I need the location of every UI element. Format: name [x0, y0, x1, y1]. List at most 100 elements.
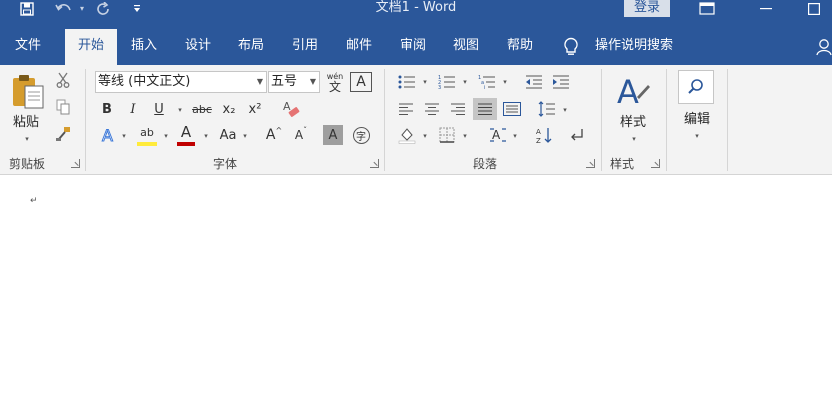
paste-dropdown-icon[interactable]: ▾	[23, 136, 31, 143]
account-icon[interactable]	[816, 37, 832, 57]
font-size-dropdown[interactable]: 五号 ▼	[268, 71, 320, 93]
multilevel-dropdown-icon[interactable]: ▾	[501, 79, 509, 86]
font-color-dropdown-icon[interactable]: ▾	[202, 133, 210, 140]
borders-dropdown-icon[interactable]: ▾	[461, 133, 469, 140]
svg-text:A: A	[536, 128, 541, 136]
clear-formatting-icon[interactable]: A	[280, 98, 302, 120]
text-effects-button[interactable]: A	[98, 125, 120, 146]
paste-icon[interactable]	[8, 71, 48, 111]
group-divider	[666, 69, 667, 171]
login-button[interactable]: 登录	[624, 0, 670, 17]
paste-label[interactable]: 粘贴	[6, 111, 46, 130]
save-icon[interactable]	[18, 0, 36, 17]
superscript-button[interactable]: x²	[245, 99, 265, 119]
borders-icon[interactable]	[436, 125, 458, 145]
shrink-font-button[interactable]: Aˇ	[292, 125, 310, 145]
format-painter-icon[interactable]	[54, 125, 72, 143]
styles-launcher-icon[interactable]	[651, 159, 660, 168]
line-spacing-dropdown-icon[interactable]: ▾	[561, 107, 569, 114]
font-color-swatch	[177, 142, 195, 146]
styles-dropdown-icon[interactable]: ▾	[630, 136, 638, 143]
grow-font-button[interactable]: A ^	[265, 125, 283, 145]
align-right-icon[interactable]	[448, 100, 468, 118]
svg-text:A: A	[283, 100, 291, 113]
tab-view[interactable]: 视图	[443, 31, 489, 65]
styles-label[interactable]: 样式	[612, 111, 654, 130]
minimize-icon[interactable]	[756, 0, 776, 17]
chevron-down-icon: ▼	[256, 77, 263, 86]
paragraph-group-label: 段落	[472, 157, 497, 171]
svg-text:3: 3	[438, 85, 441, 89]
enclose-characters-button[interactable]: 字	[350, 125, 372, 145]
subscript-button[interactable]: x₂	[219, 99, 239, 119]
highlight-dropdown-icon[interactable]: ▾	[162, 133, 170, 140]
underline-button[interactable]: U	[150, 99, 168, 119]
chinese-layout-icon[interactable]: A	[487, 125, 509, 145]
bullets-dropdown-icon[interactable]: ▾	[421, 79, 429, 86]
undo-icon[interactable]	[52, 0, 76, 17]
tab-file[interactable]: 文件	[3, 31, 53, 65]
font-launcher-icon[interactable]	[370, 159, 379, 168]
align-left-icon[interactable]	[396, 100, 416, 118]
styles-gallery-icon[interactable]: A	[613, 71, 653, 111]
bold-button[interactable]: B	[98, 99, 116, 119]
svg-text:A: A	[102, 126, 113, 145]
tab-review[interactable]: 审阅	[390, 31, 436, 65]
font-size-value: 五号	[271, 74, 298, 89]
group-divider	[727, 69, 728, 171]
shading-icon[interactable]	[396, 125, 418, 145]
justify-icon[interactable]	[473, 98, 497, 120]
font-name-dropdown[interactable]: 等线 (中文正文) ▼	[95, 71, 267, 93]
character-shading-button[interactable]: A	[323, 125, 343, 145]
document-canvas[interactable]	[0, 176, 832, 400]
strikethrough-button[interactable]: abc	[190, 99, 214, 119]
lightbulb-icon[interactable]	[560, 35, 582, 59]
highlight-color-swatch	[137, 142, 157, 146]
change-case-button[interactable]: Aa	[217, 125, 239, 145]
undo-dropdown-icon[interactable]: ▾	[76, 0, 88, 17]
editing-label[interactable]: 编辑	[676, 108, 718, 127]
ribbon-display-options-icon[interactable]	[697, 0, 717, 17]
text-effects-dropdown-icon[interactable]: ▾	[120, 133, 128, 140]
character-border-button[interactable]: A	[350, 72, 372, 92]
tell-me-search[interactable]: 操作说明搜索	[588, 31, 680, 65]
customize-qat-icon[interactable]	[130, 0, 144, 17]
restore-icon[interactable]	[804, 0, 824, 17]
line-spacing-icon[interactable]	[536, 100, 558, 118]
underline-dropdown-icon[interactable]: ▾	[176, 107, 184, 114]
numbering-dropdown-icon[interactable]: ▾	[461, 79, 469, 86]
copy-icon[interactable]	[54, 98, 72, 116]
decrease-indent-icon[interactable]	[523, 73, 545, 91]
tab-home[interactable]: 开始	[65, 29, 117, 65]
tab-design[interactable]: 设计	[175, 31, 221, 65]
increase-indent-icon[interactable]	[550, 73, 572, 91]
tab-mailings[interactable]: 邮件	[336, 31, 382, 65]
tab-references[interactable]: 引用	[282, 31, 328, 65]
tab-layout[interactable]: 布局	[228, 31, 274, 65]
editing-dropdown-icon[interactable]: ▾	[693, 133, 701, 140]
show-formatting-marks-icon[interactable]	[566, 125, 588, 145]
paragraph-launcher-icon[interactable]	[586, 159, 595, 168]
numbering-button[interactable]: 123	[436, 73, 458, 91]
multilevel-list-button[interactable]: 1ai	[476, 73, 498, 91]
styles-group-label: 样式	[609, 157, 634, 171]
clipboard-launcher-icon[interactable]	[71, 159, 80, 168]
italic-button[interactable]: I	[124, 99, 142, 119]
find-search-icon[interactable]	[678, 70, 714, 104]
bullets-button[interactable]	[396, 73, 418, 91]
svg-text:A: A	[617, 73, 639, 109]
distributed-align-icon[interactable]	[501, 100, 523, 118]
tab-help[interactable]: 帮助	[497, 31, 543, 65]
highlight-color-button[interactable]: ab	[135, 123, 159, 141]
sort-icon[interactable]: AZ	[533, 125, 555, 145]
change-case-dropdown-icon[interactable]: ▾	[241, 133, 249, 140]
align-center-icon[interactable]	[422, 100, 442, 118]
shading-dropdown-icon[interactable]: ▾	[421, 133, 429, 140]
redo-icon[interactable]	[94, 0, 114, 17]
tab-insert[interactable]: 插入	[121, 31, 167, 65]
chinese-layout-dropdown-icon[interactable]: ▾	[511, 133, 519, 140]
shrink-font-label: A	[294, 128, 304, 142]
phonetic-guide-button[interactable]: wén 文	[325, 71, 345, 93]
font-color-button[interactable]: A	[175, 123, 197, 141]
cut-icon[interactable]	[54, 71, 72, 89]
